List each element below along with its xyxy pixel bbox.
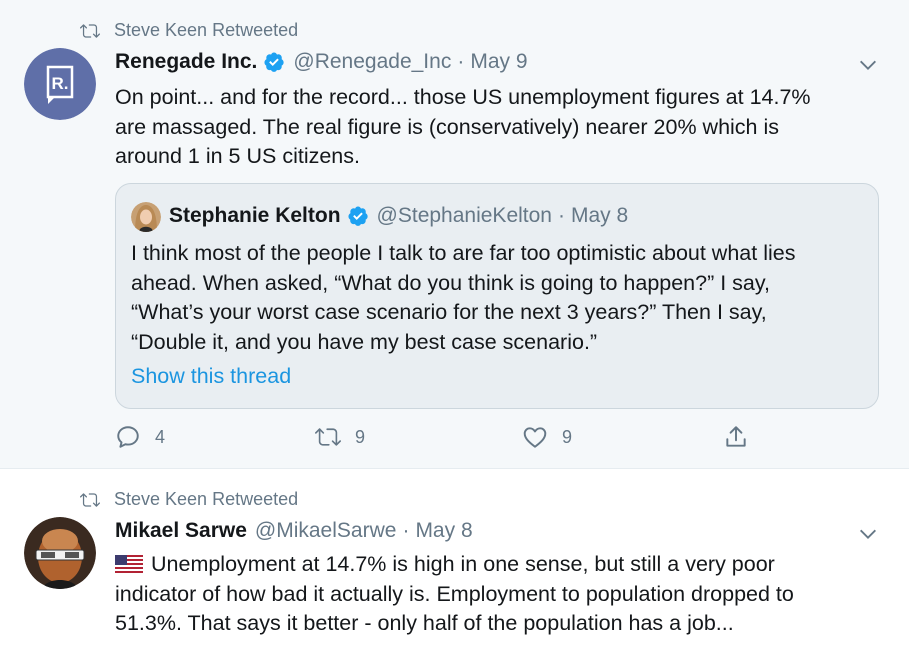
retweet-icon bbox=[315, 428, 341, 446]
heart-icon bbox=[523, 427, 547, 448]
quoted-author-handle[interactable]: @StephanieKelton bbox=[377, 204, 552, 228]
author-handle[interactable]: @Renegade_Inc bbox=[293, 50, 451, 74]
retweet-context: Steve Keen Retweeted bbox=[80, 20, 298, 41]
quoted-author-name[interactable]: Stephanie Kelton bbox=[169, 204, 341, 228]
author-handle[interactable]: @MikaelSarwe bbox=[255, 519, 397, 543]
quoted-tweet-header: Stephanie Kelton @StephanieKelton · May … bbox=[169, 204, 628, 228]
tweet-text: Unemployment at 14.7% is high in one sen… bbox=[115, 550, 875, 639]
retweet-icon bbox=[80, 23, 100, 38]
tweet-text-line: 51.3%. That says it better - only half o… bbox=[115, 611, 734, 635]
separator-dot: · bbox=[402, 519, 410, 542]
quoted-tweet-date[interactable]: May 8 bbox=[571, 204, 628, 228]
svg-text:R.: R. bbox=[52, 74, 69, 93]
tweet-actions: 4 9 9 bbox=[115, 424, 755, 454]
like-count: 9 bbox=[562, 426, 573, 447]
chevron-down-icon[interactable] bbox=[857, 523, 879, 545]
show-thread-link[interactable]: Show this thread bbox=[131, 364, 291, 389]
tweet-text-line: On point... and for the record... those … bbox=[115, 85, 811, 109]
verified-badge-icon bbox=[264, 52, 285, 72]
author-name[interactable]: Renegade Inc. bbox=[115, 50, 257, 74]
tweet-text-line: Unemployment at 14.7% is high in one sen… bbox=[115, 550, 875, 580]
retweet-icon bbox=[80, 492, 100, 507]
retweet-button[interactable]: 9 bbox=[315, 424, 365, 450]
quoted-text-line: I think most of the people I talk to are… bbox=[131, 241, 796, 265]
share-icon bbox=[726, 426, 746, 447]
tweet-mikael[interactable]: Steve Keen Retweeted Mikael Sarwe @Mikae… bbox=[0, 468, 909, 649]
avatar-mikael[interactable] bbox=[24, 517, 96, 589]
separator-dot: · bbox=[457, 50, 465, 73]
tweet-header: Renegade Inc. @Renegade_Inc · May 9 bbox=[115, 50, 528, 74]
tweet-header: Mikael Sarwe @MikaelSarwe · May 8 bbox=[115, 519, 473, 543]
us-flag-icon bbox=[115, 555, 143, 573]
quoted-text-line: “Double it, and you have my best case sc… bbox=[131, 329, 598, 354]
tweet-text-line-0: Unemployment at 14.7% is high in one sen… bbox=[151, 552, 775, 576]
retweeted-by-label: Steve Keen Retweeted bbox=[114, 20, 299, 40]
like-button[interactable]: 9 bbox=[522, 424, 572, 450]
author-name[interactable]: Mikael Sarwe bbox=[115, 519, 247, 543]
chevron-down-icon[interactable] bbox=[857, 54, 879, 76]
retweet-context: Steve Keen Retweeted bbox=[80, 489, 298, 510]
reply-count: 4 bbox=[155, 426, 166, 447]
quoted-tweet[interactable]: Stephanie Kelton @StephanieKelton · May … bbox=[115, 183, 879, 409]
tweet-text-line: indicator of how bad it actually is. Emp… bbox=[115, 581, 794, 606]
avatar-renegade[interactable]: R. bbox=[24, 48, 96, 120]
tweet-date[interactable]: May 9 bbox=[470, 50, 527, 74]
reply-icon bbox=[117, 426, 139, 448]
avatar-stephanie[interactable] bbox=[131, 202, 161, 232]
tweet-text-line: are massaged. The real figure is (conser… bbox=[115, 114, 780, 139]
verified-badge-icon bbox=[347, 206, 368, 226]
retweet-count: 9 bbox=[355, 426, 366, 447]
tweet-renegade[interactable]: Steve Keen Retweeted R. Renegade Inc. @R… bbox=[0, 0, 909, 468]
retweeted-by-label: Steve Keen Retweeted bbox=[114, 489, 299, 509]
tweet-text-line: around 1 in 5 US citizens. bbox=[115, 144, 360, 168]
quoted-text-line: ahead. When asked, “What do you think is… bbox=[131, 270, 771, 295]
quoted-text-line: “What’s your worst case scenario for the… bbox=[131, 300, 767, 324]
reply-button[interactable]: 4 bbox=[115, 424, 165, 450]
quoted-tweet-text: I think most of the people I talk to are… bbox=[131, 239, 871, 357]
tweet-text: On point... and for the record... those … bbox=[115, 83, 875, 172]
share-button[interactable] bbox=[723, 424, 763, 450]
tweet-date[interactable]: May 8 bbox=[415, 519, 472, 543]
separator-dot: · bbox=[557, 204, 565, 227]
